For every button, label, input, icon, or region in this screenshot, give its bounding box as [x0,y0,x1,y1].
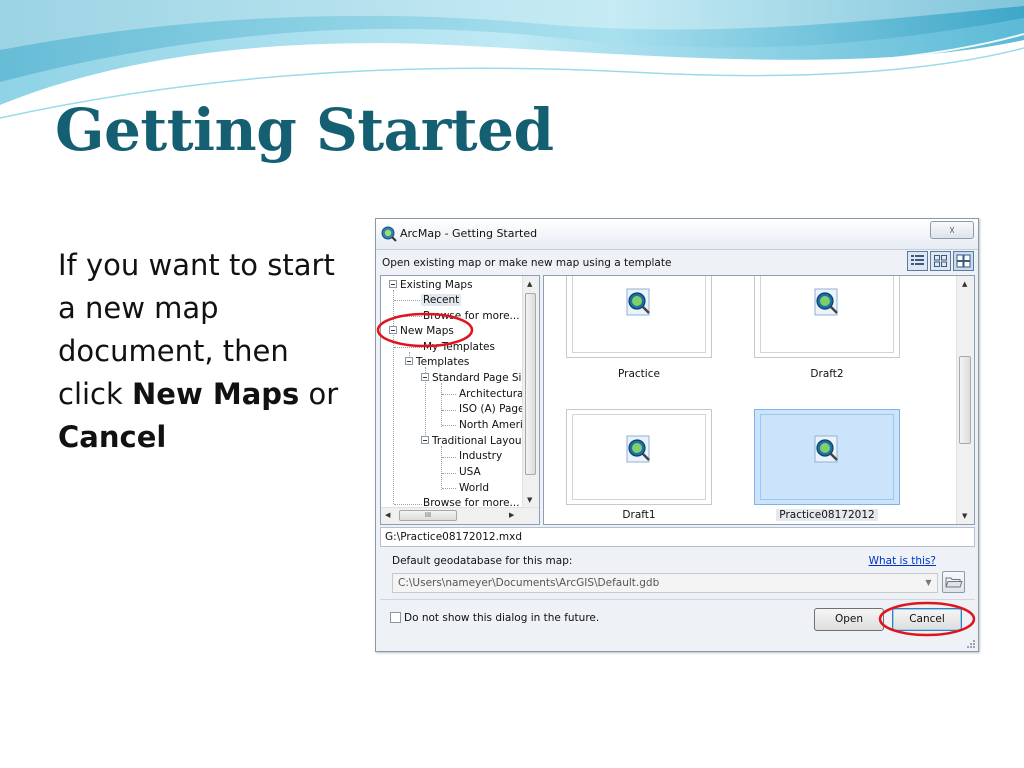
arcmap-getting-started-dialog: ArcMap - Getting Started ☓ Open existing… [375,218,979,652]
dialog-subheading: Open existing map or make new map using … [382,257,672,269]
body-new-maps: New Maps [132,377,300,411]
tree-connector [442,425,456,426]
tree-item-existing-maps[interactable]: Existing Maps [389,279,473,291]
dont-show-option[interactable]: Do not show this dialog in the future. [390,611,599,624]
resize-grip-icon[interactable] [966,639,976,649]
collapse-icon[interactable] [421,436,429,444]
thumbnail-draft2[interactable] [754,276,900,358]
details-view-icon[interactable] [907,251,928,271]
tree-item-traditional[interactable]: Traditional Layou [421,435,522,447]
map-document-icon [626,435,650,463]
slide-title: Getting Started [55,96,554,164]
tree-vertical-scrollbar[interactable]: ▲ ▼ [522,276,539,508]
thumbnail-draft1[interactable] [566,409,712,505]
tree-connector [442,410,456,411]
body-cancel: Cancel [58,420,167,454]
dialog-title: ArcMap - Getting Started [400,227,538,240]
thumbnail-practice08172012[interactable] [754,409,900,505]
tree-connector [394,316,422,317]
tree-item-recent[interactable]: Recent [421,294,462,306]
thumbnail-label: Practice08172012 [754,509,900,521]
map-document-icon [814,288,838,316]
scroll-down-icon[interactable]: ▼ [527,496,532,504]
default-gdb-combo[interactable]: C:\Users\nameyer\Documents\ArcGIS\Defaul… [392,573,938,593]
close-button[interactable]: ☓ [930,221,974,239]
collapse-icon[interactable] [421,373,429,381]
tree-item-new-maps[interactable]: New Maps [389,325,454,337]
scroll-left-icon[interactable]: ◀ [385,511,390,519]
thumbnail-practice[interactable] [566,276,712,358]
template-tree[interactable]: Existing Maps Recent Browse for more... … [380,275,540,525]
dont-show-checkbox[interactable] [390,611,401,623]
default-gdb-label: Default geodatabase for this map: [392,555,573,567]
thumbnail-label: Practice [618,368,660,380]
scroll-thumb[interactable]: III [399,510,457,521]
collapse-icon[interactable] [405,357,413,365]
map-thumbnails[interactable]: Practice Draft2 Draft1 Practice08172012 … [543,275,975,525]
browse-gdb-button[interactable] [942,571,965,593]
view-mode-buttons [905,251,974,273]
map-document-icon [814,435,838,463]
thumbnails-vertical-scrollbar[interactable]: ▲ ▼ [956,276,974,524]
tree-connector [442,473,456,474]
map-document-icon [626,288,650,316]
tree-connector [441,446,442,490]
scroll-right-icon[interactable]: ▶ [509,511,514,519]
tree-item-standard-page[interactable]: Standard Page Si [421,372,521,384]
scroll-thumb[interactable] [959,356,971,444]
tree-item-north-america[interactable]: North Americ [459,419,529,431]
tree-item-architectural[interactable]: Architectural [459,388,526,400]
tree-item-industry[interactable]: Industry [459,450,502,462]
cancel-button[interactable]: Cancel [892,608,962,631]
tree-connector [394,504,422,505]
tree-item-my-templates[interactable]: My Templates [423,341,495,353]
body-or: or [299,377,339,411]
chevron-down-icon[interactable]: ▼ [920,574,937,592]
large-thumbnails-icon[interactable] [953,251,974,271]
default-gdb-value: C:\Users\nameyer\Documents\ArcGIS\Defaul… [398,577,660,589]
what-is-this-link[interactable]: What is this? [869,555,936,567]
divider [380,599,975,600]
tree-horizontal-scrollbar[interactable]: ◀ III ▶ [381,507,539,524]
tree-connector [441,383,442,427]
tree-connector [394,347,422,348]
dialog-titlebar[interactable]: ArcMap - Getting Started ☓ [376,219,978,250]
thumbnail-label: Draft2 [810,368,844,380]
scroll-down-icon[interactable]: ▼ [962,512,967,520]
open-folder-icon [945,577,963,588]
collapse-icon[interactable] [389,326,397,334]
scroll-thumb[interactable] [525,293,536,475]
open-button[interactable]: Open [814,608,884,631]
tree-item-browse-existing[interactable]: Browse for more... [423,310,520,322]
thumbnail-label: Draft1 [622,509,656,521]
selected-map-path: G:\Practice08172012.mxd [380,527,975,547]
tree-connector [393,290,394,504]
tree-connector [394,300,422,301]
arcmap-globe-icon [381,226,397,242]
scroll-up-icon[interactable]: ▲ [962,280,967,288]
slide-body: If you want to start a new map document,… [58,244,358,459]
tree-connector [442,394,456,395]
scroll-up-icon[interactable]: ▲ [527,280,532,288]
tree-item-usa[interactable]: USA [459,466,481,478]
collapse-icon[interactable] [389,280,397,288]
tree-connector [442,457,456,458]
tree-item-iso[interactable]: ISO (A) Page [459,403,525,415]
small-thumbnails-icon[interactable] [930,251,951,271]
tree-connector [442,488,456,489]
tree-item-world[interactable]: World [459,482,489,494]
tree-item-templates[interactable]: Templates [405,356,469,368]
